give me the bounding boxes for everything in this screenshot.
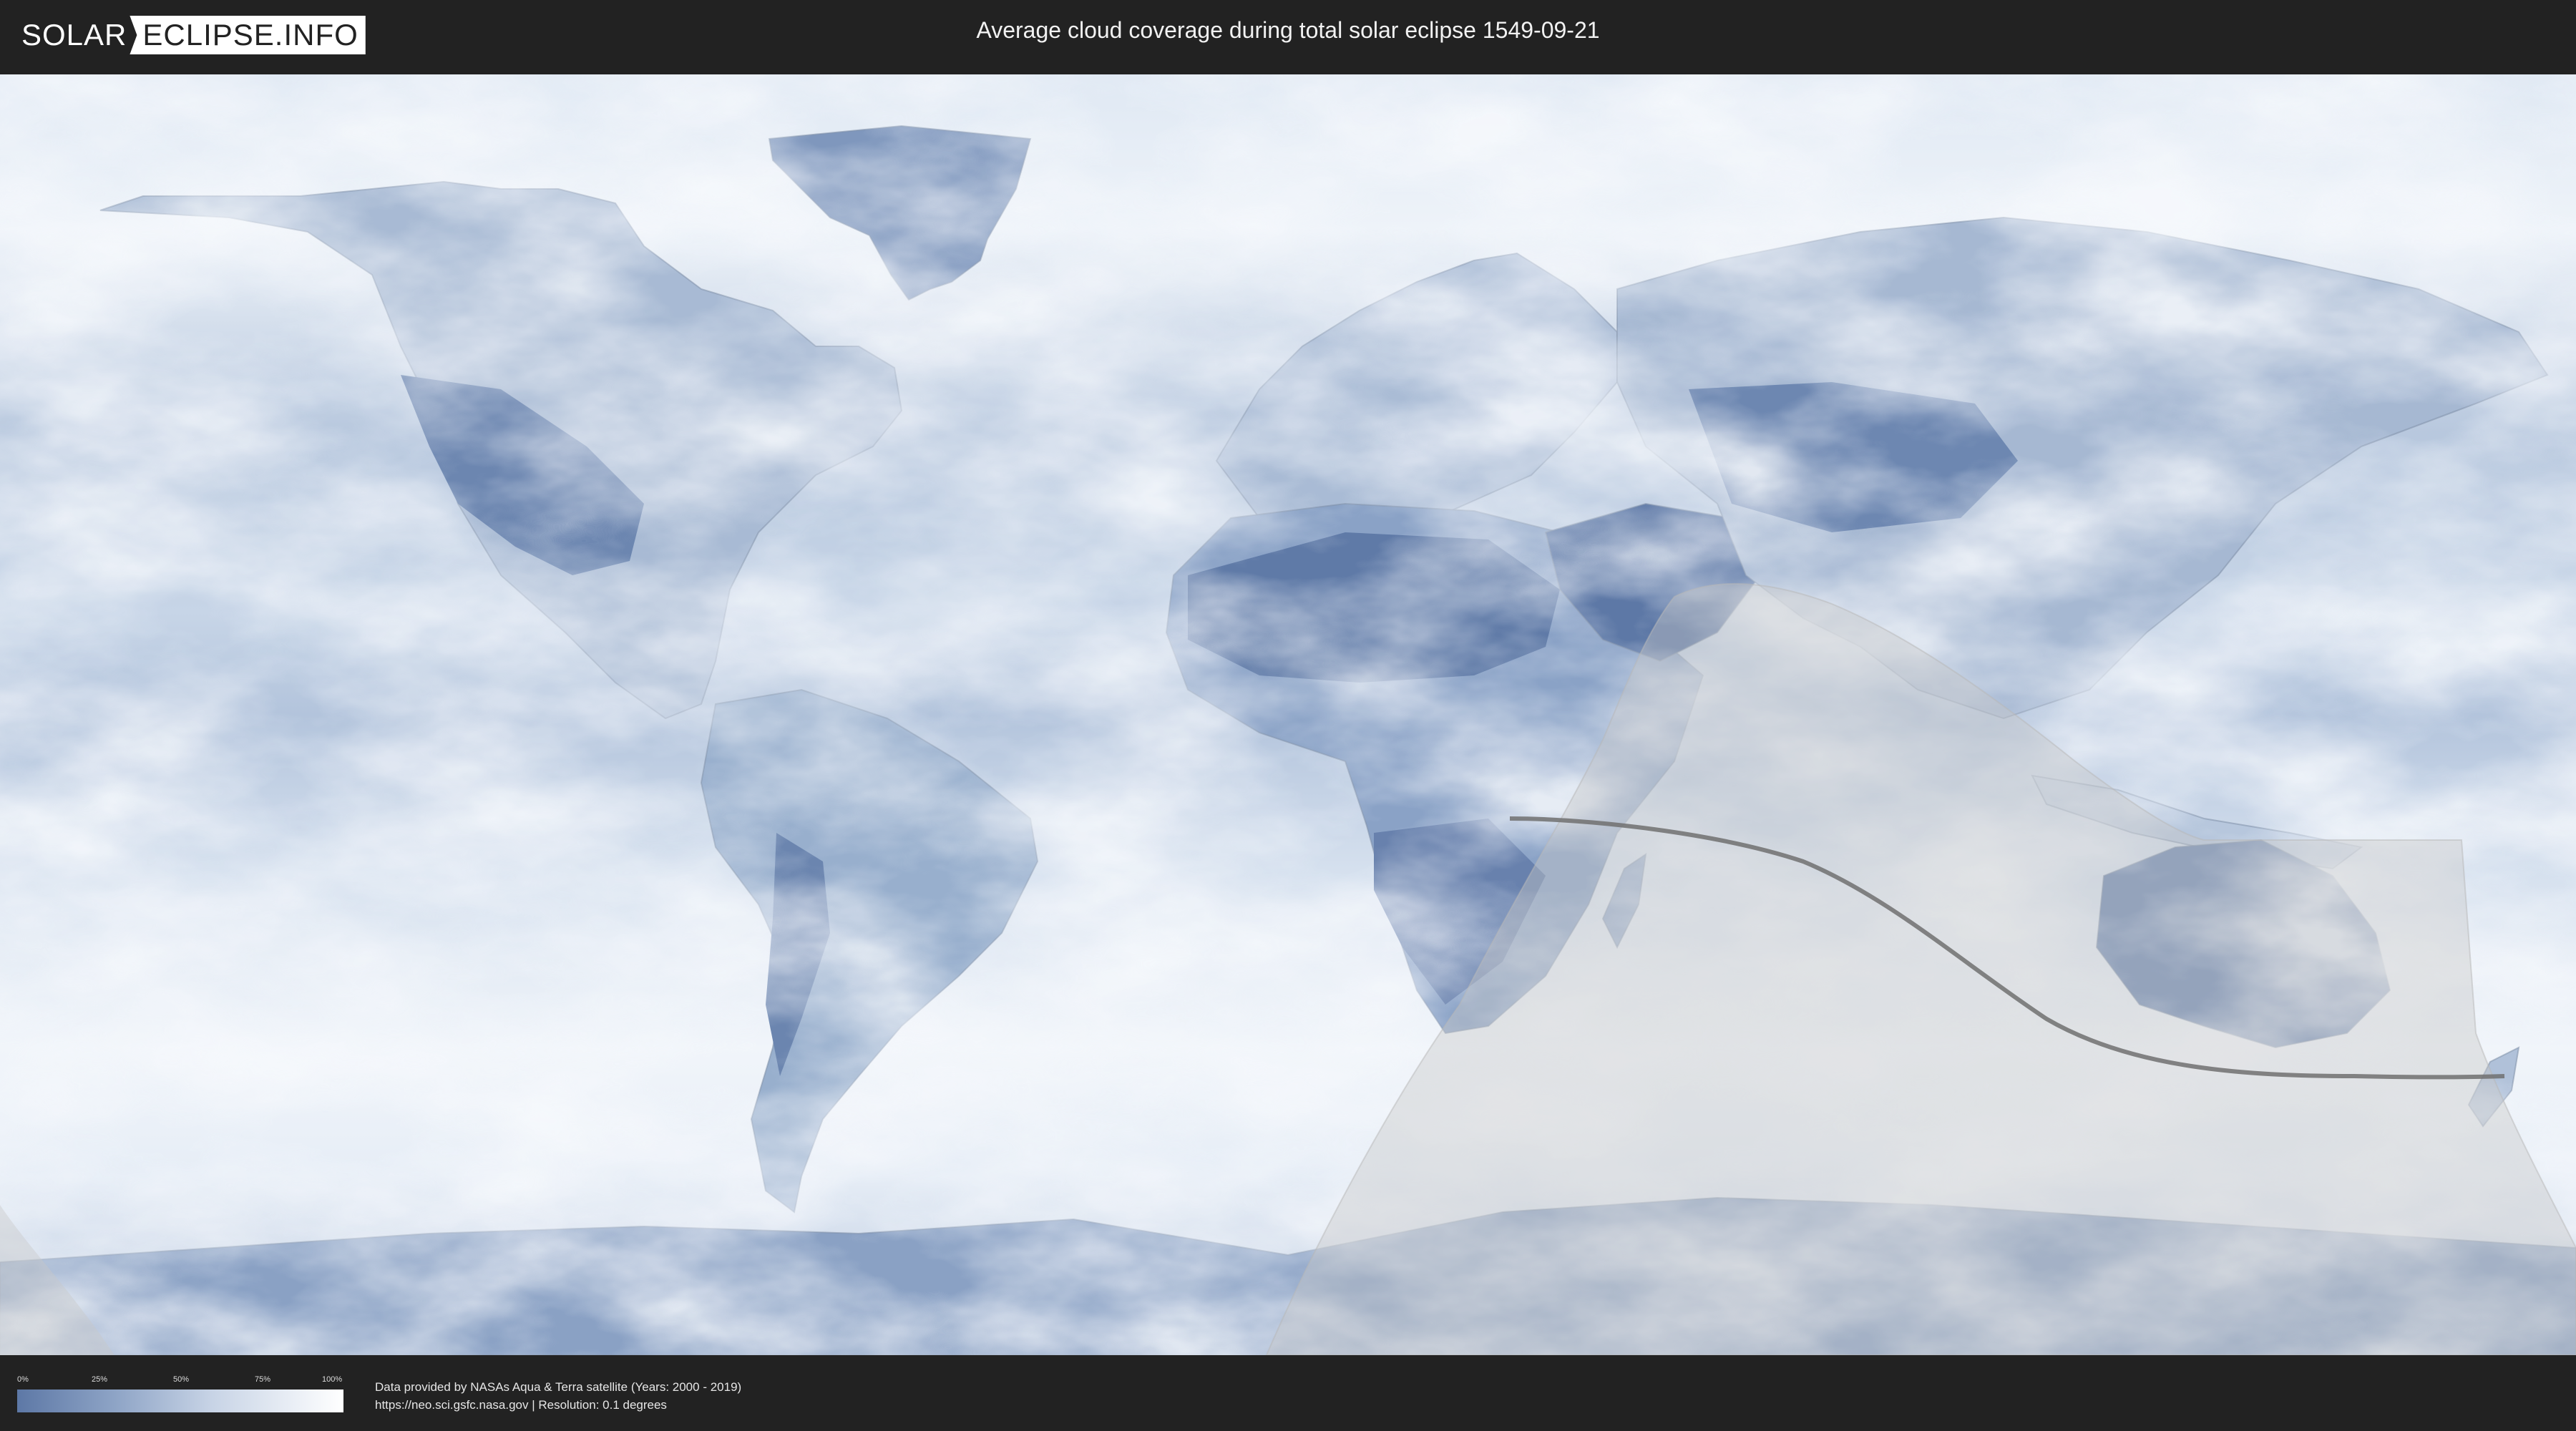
map-canvas	[0, 74, 2576, 1355]
page-title: Average cloud coverage during total sola…	[976, 17, 1600, 43]
legend-tick-labels: 0% 25% 50% 75% 100%	[17, 1375, 343, 1385]
legend-tick-25: 25%	[92, 1375, 108, 1384]
data-credits: Data provided by NASAs Aqua & Terra sate…	[375, 1378, 741, 1414]
legend-tick-0: 0%	[17, 1375, 29, 1384]
legend-tick-75: 75%	[255, 1375, 271, 1384]
cloud-coverage-map	[0, 74, 2576, 1355]
header-bar: SOLAR ECLIPSE.INFO Average cloud coverag…	[0, 0, 2576, 72]
credits-line-source: Data provided by NASAs Aqua & Terra sate…	[375, 1380, 742, 1394]
legend-tick-50: 50%	[173, 1375, 190, 1384]
credits-line-url[interactable]: https://neo.sci.gsfc.nasa.gov | Resoluti…	[375, 1396, 741, 1414]
cloud-coverage-legend-bar	[17, 1390, 343, 1412]
legend-tick-100: 100%	[322, 1375, 343, 1384]
